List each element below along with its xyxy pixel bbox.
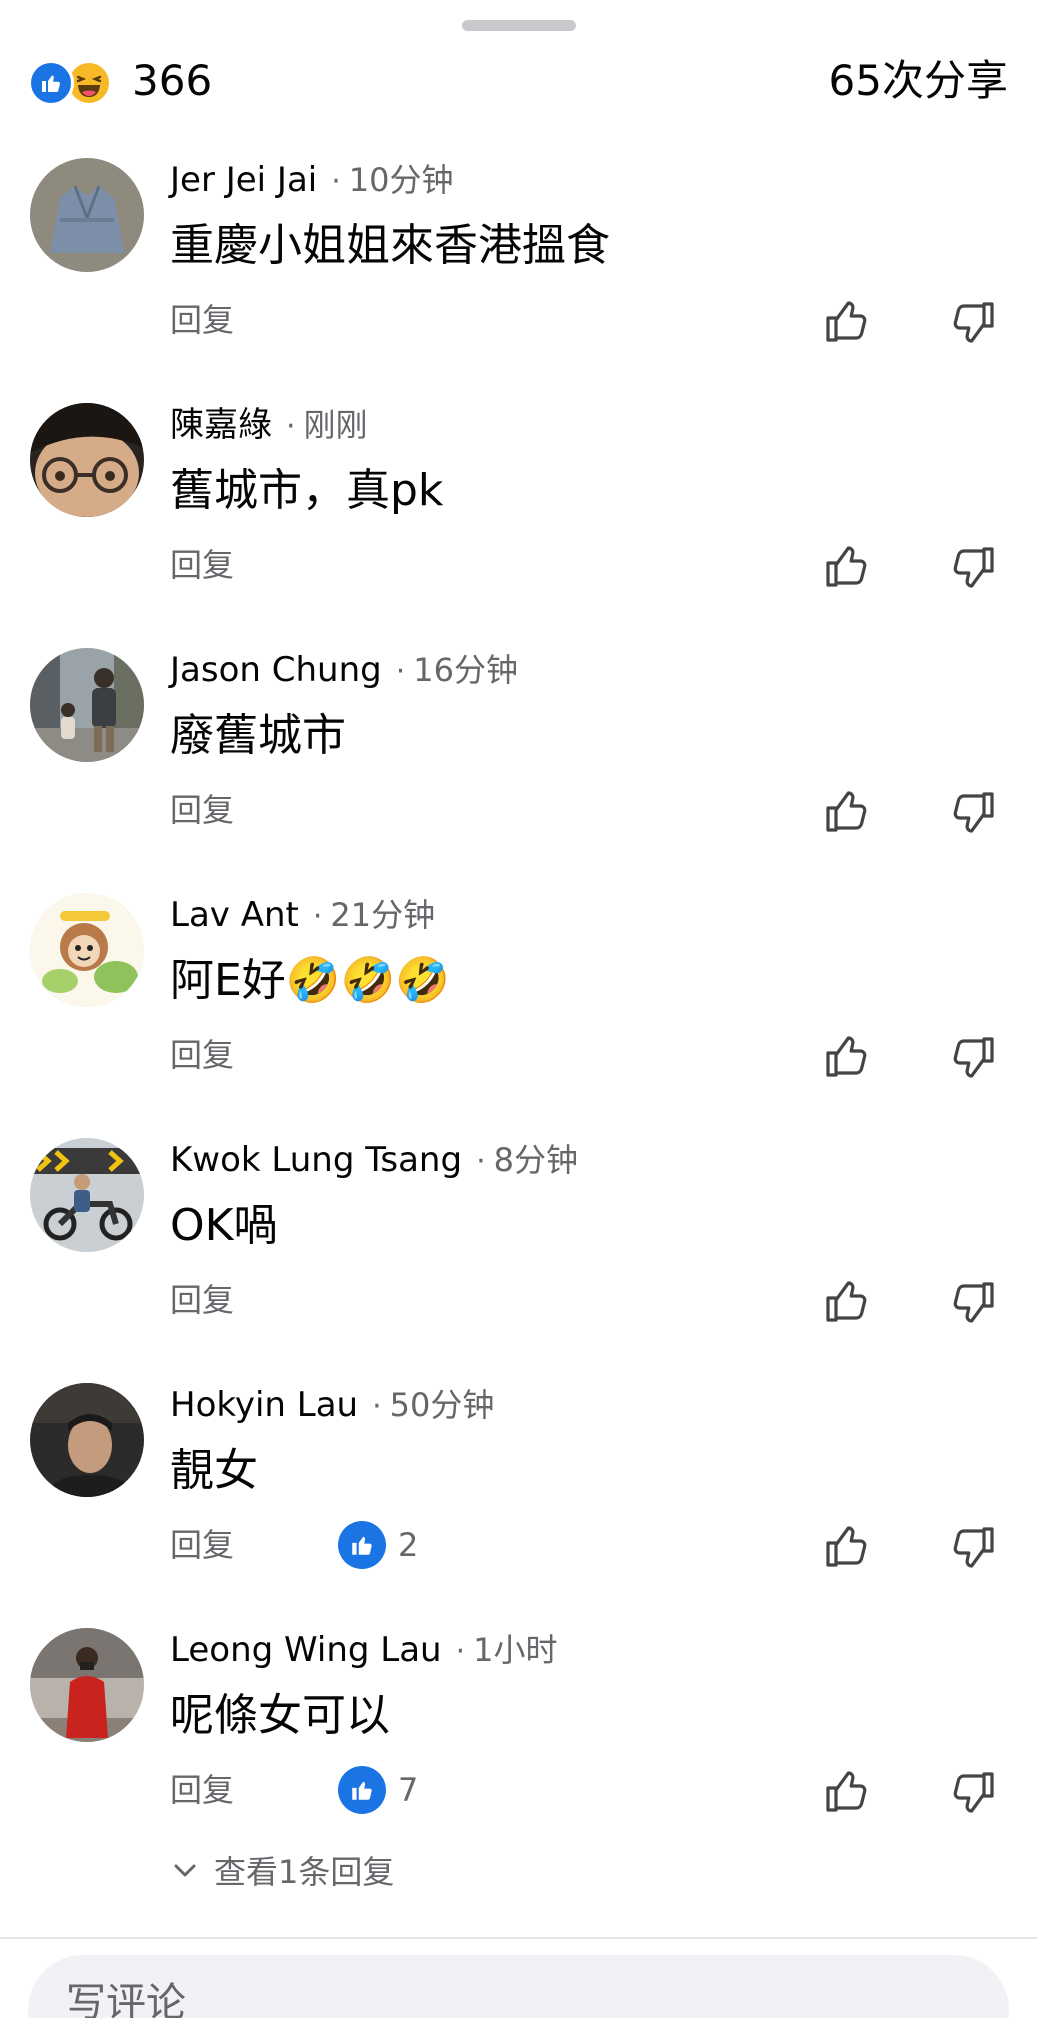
comment-meta: Lav Ant · 21分钟 bbox=[170, 893, 435, 937]
reply-button[interactable]: 回复 bbox=[170, 788, 234, 832]
reply-button[interactable]: 回复 bbox=[170, 543, 234, 587]
reply-button[interactable]: 回复 bbox=[170, 298, 234, 342]
avatar[interactable] bbox=[30, 1628, 144, 1742]
thumbs-down-icon[interactable] bbox=[948, 1276, 1000, 1328]
chevron-down-icon bbox=[174, 1864, 196, 1877]
thumbs-down-icon[interactable] bbox=[948, 786, 1000, 838]
like-count: 2 bbox=[398, 1526, 419, 1564]
author-name[interactable]: Jason Chung bbox=[170, 650, 382, 690]
like-icon bbox=[338, 1521, 386, 1569]
author-name[interactable]: Hokyin Lau bbox=[170, 1385, 358, 1425]
separator-dot: · bbox=[395, 654, 406, 689]
thumbs-down-icon[interactable] bbox=[948, 1031, 1000, 1083]
comment-input[interactable] bbox=[66, 1973, 926, 2018]
comment-meta: Jason Chung · 16分钟 bbox=[170, 648, 518, 692]
thumbs-down-icon[interactable] bbox=[948, 541, 1000, 593]
thumbs-down-icon[interactable] bbox=[948, 1766, 1000, 1818]
separator-dot: · bbox=[331, 164, 341, 199]
like-icon bbox=[338, 1766, 386, 1814]
reaction-count[interactable]: 366 bbox=[132, 57, 212, 105]
reaction-icons[interactable] bbox=[28, 58, 124, 108]
avatar[interactable] bbox=[30, 1138, 144, 1252]
separator-dot: · bbox=[286, 409, 296, 444]
comment-time[interactable]: 刚刚 bbox=[304, 406, 368, 444]
separator-dot: · bbox=[312, 899, 323, 934]
comment-text: 廢舊城市 bbox=[170, 710, 346, 761]
thumbs-up-icon[interactable] bbox=[820, 1766, 872, 1818]
reply-button[interactable]: 回复 bbox=[170, 1768, 234, 1812]
comment-reactions[interactable]: 7 bbox=[338, 1766, 418, 1814]
reaction-summary: 366 65次分享 bbox=[0, 55, 1037, 115]
separator-dot: · bbox=[455, 1634, 466, 1669]
thumbs-up-icon[interactable] bbox=[820, 786, 872, 838]
laughing-tears-emoji: 🤣🤣🤣 bbox=[285, 955, 451, 1006]
comment-text: OK喎 bbox=[170, 1200, 278, 1251]
drag-handle[interactable] bbox=[462, 20, 576, 31]
thumbs-up-icon[interactable] bbox=[820, 1276, 872, 1328]
author-name[interactable]: Jer Jei Jai bbox=[170, 160, 317, 200]
thumbs-up-icon[interactable] bbox=[820, 1031, 872, 1083]
avatar[interactable] bbox=[30, 1383, 144, 1497]
comment-meta: Kwok Lung Tsang · 8分钟 bbox=[170, 1138, 578, 1182]
reply-button[interactable]: 回复 bbox=[170, 1033, 234, 1077]
comment-time[interactable]: 10分钟 bbox=[349, 161, 454, 199]
avatar[interactable] bbox=[30, 158, 144, 272]
comment-meta: 陳嘉綠 · 刚刚 bbox=[170, 403, 368, 447]
view-replies-label: 查看1条回复 bbox=[214, 1853, 395, 1891]
author-name[interactable]: Kwok Lung Tsang bbox=[170, 1140, 462, 1180]
avatar[interactable] bbox=[30, 648, 144, 762]
author-name[interactable]: Lav Ant bbox=[170, 895, 299, 935]
comment-meta: Leong Wing Lau · 1小时 bbox=[170, 1628, 558, 1672]
reply-button[interactable]: 回复 bbox=[170, 1523, 234, 1567]
comment-item: Jason Chung · 16分钟 廢舊城市 回复 bbox=[0, 648, 1037, 878]
separator-dot: · bbox=[372, 1389, 382, 1424]
comment-time[interactable]: 8分钟 bbox=[494, 1141, 578, 1179]
thumbs-down-icon[interactable] bbox=[948, 1521, 1000, 1573]
reply-button[interactable]: 回复 bbox=[170, 1278, 234, 1322]
comment-meta: Hokyin Lau · 50分钟 bbox=[170, 1383, 494, 1427]
like-icon bbox=[28, 60, 74, 106]
author-name[interactable]: Leong Wing Lau bbox=[170, 1630, 442, 1670]
comment-item: Hokyin Lau · 50分钟 靚女 回复 2 bbox=[0, 1383, 1037, 1613]
comments-sheet: 366 65次分享 Jer Jei Jai · 10分钟 重慶小姐姐來香港搵食 回复… bbox=[0, 0, 1037, 2018]
comment-text: 舊城市，真pk bbox=[170, 465, 444, 516]
thumbs-down-icon[interactable] bbox=[948, 296, 1000, 348]
comment-reactions[interactable]: 2 bbox=[338, 1521, 418, 1569]
avatar[interactable] bbox=[30, 403, 144, 517]
comment-item: Lav Ant · 21分钟 阿E好🤣🤣🤣 回复 bbox=[0, 893, 1037, 1123]
comment-time[interactable]: 16分钟 bbox=[413, 651, 518, 689]
thumbs-up-icon[interactable] bbox=[820, 1521, 872, 1573]
author-name[interactable]: 陳嘉綠 bbox=[170, 405, 272, 445]
comment-time[interactable]: 21分钟 bbox=[330, 896, 435, 934]
comment-item: Leong Wing Lau · 1小时 呢條女可以 回复 7 bbox=[0, 1628, 1037, 1858]
separator-dot: · bbox=[476, 1144, 486, 1179]
comment-text: 靚女 bbox=[170, 1445, 258, 1496]
comment-item: Jer Jei Jai · 10分钟 重慶小姐姐來香港搵食 回复 bbox=[0, 158, 1037, 388]
like-count: 7 bbox=[398, 1771, 419, 1809]
avatar[interactable] bbox=[30, 893, 144, 1007]
comment-text: 重慶小姐姐來香港搵食 bbox=[170, 220, 610, 271]
comment-item: 陳嘉綠 · 刚刚 舊城市，真pk 回复 bbox=[0, 403, 1037, 633]
comment-text: 阿E好🤣🤣🤣 bbox=[170, 951, 450, 1011]
thumbs-up-icon[interactable] bbox=[820, 541, 872, 593]
thumbs-up-icon[interactable] bbox=[820, 296, 872, 348]
comment-time[interactable]: 1小时 bbox=[473, 1631, 557, 1669]
comment-composer[interactable] bbox=[28, 1955, 1009, 2018]
comment-time[interactable]: 50分钟 bbox=[390, 1386, 495, 1424]
comment-text: 呢條女可以 bbox=[170, 1690, 390, 1741]
comment-text-content: 阿E好 bbox=[170, 955, 286, 1006]
comment-item: Kwok Lung Tsang · 8分钟 OK喎 回复 bbox=[0, 1138, 1037, 1368]
share-count[interactable]: 65次分享 bbox=[829, 57, 1008, 105]
divider bbox=[0, 1937, 1037, 1939]
comment-meta: Jer Jei Jai · 10分钟 bbox=[170, 158, 454, 202]
view-replies-button[interactable]: 查看1条回复 bbox=[170, 1846, 394, 1894]
